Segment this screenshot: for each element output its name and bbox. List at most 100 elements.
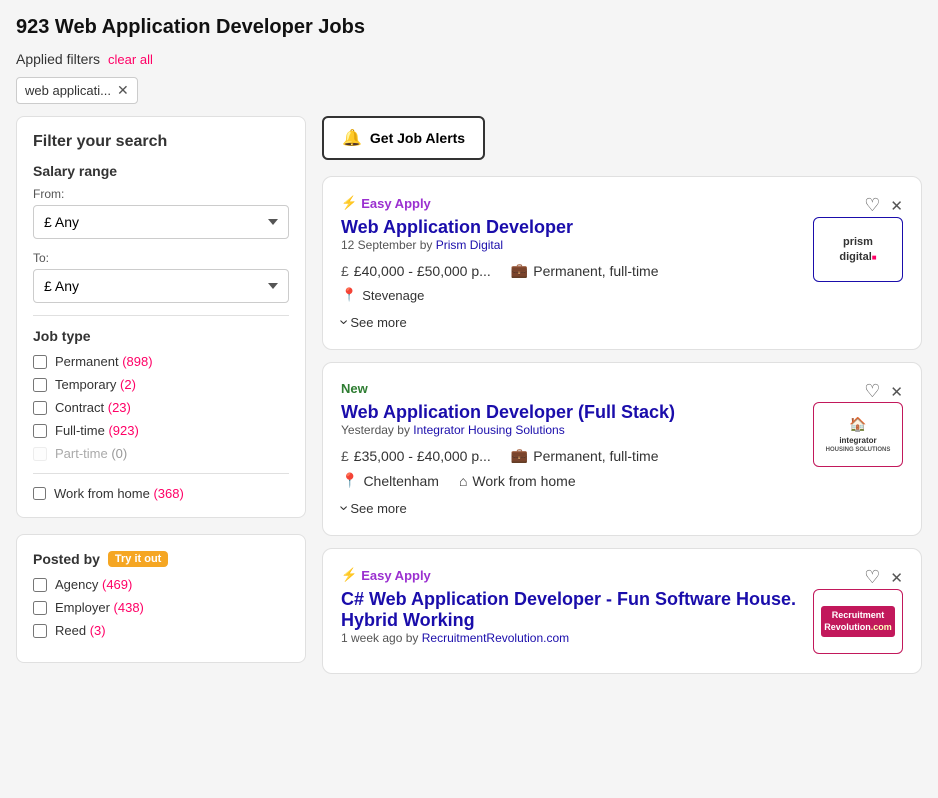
lightning-icon-3: ⚡: [341, 567, 357, 583]
job-card-2-left: Web Application Developer (Full Stack) Y…: [341, 402, 801, 517]
job-type-section: Job type Permanent (898) Temporary (2) C…: [33, 328, 289, 461]
job-card-3-content: C# Web Application Developer - Fun Softw…: [341, 589, 903, 655]
salary-from-label: From:: [33, 187, 289, 201]
job-card-1-left: Web Application Developer 12 September b…: [341, 217, 801, 331]
job-title-2[interactable]: Web Application Developer (Full Stack): [341, 402, 675, 422]
checkbox-permanent: Permanent (898): [33, 354, 289, 369]
checkbox-temporary: Temporary (2): [33, 377, 289, 392]
get-alerts-label: Get Job Alerts: [370, 130, 465, 146]
location-detail-1: 📍 Stevenage: [341, 287, 801, 303]
wfh-label: Work from home (368): [54, 486, 184, 501]
checkbox-fulltime-label: Full-time (923): [55, 423, 139, 438]
posted-by-card: Posted by Try it out Agency (469) Employ…: [16, 534, 306, 663]
salary-detail-2: £ £35,000 - £40,000 p...: [341, 447, 491, 464]
job-card-3-actions: ♡ ✕: [864, 567, 903, 588]
pound-icon-1: £: [341, 263, 349, 279]
see-more-btn-2[interactable]: › See more: [341, 499, 407, 517]
checkbox-employer-input[interactable]: [33, 601, 47, 615]
contract-detail-1: 💼 Permanent, full-time: [511, 262, 659, 279]
chevron-down-icon-1: ›: [335, 319, 353, 324]
save-job-3-button[interactable]: ♡: [864, 567, 880, 588]
job-details-row-2: £ £35,000 - £40,000 p... 💼 Permanent, fu…: [341, 447, 801, 464]
posted-by-title: Posted by: [33, 551, 100, 567]
job-meta-1: 12 September by Prism Digital: [341, 238, 801, 252]
job-card-2-header: New ♡ ✕: [341, 381, 903, 402]
dismiss-job-3-button[interactable]: ✕: [890, 569, 903, 587]
company-link-1[interactable]: Prism Digital: [436, 238, 503, 252]
job-card-1-actions: ♡ ✕: [864, 195, 903, 216]
contract-detail-2: 💼 Permanent, full-time: [511, 447, 659, 464]
clear-all-link[interactable]: clear all: [108, 52, 153, 67]
checkbox-parttime-label: Part-time (0): [55, 446, 127, 461]
new-badge-2: New: [341, 381, 368, 396]
chevron-down-icon-2: ›: [335, 505, 353, 510]
employer-label: Employer (438): [55, 600, 144, 615]
job-card-2-content: Web Application Developer (Full Stack) Y…: [341, 402, 903, 517]
checkbox-permanent-label: Permanent (898): [55, 354, 153, 369]
job-card-2-badge: New: [341, 381, 368, 402]
job-card-2: New ♡ ✕ Web Application Developer (Full …: [322, 362, 922, 536]
checkbox-agency-input[interactable]: [33, 578, 47, 592]
lightning-icon-1: ⚡: [341, 195, 357, 211]
checkbox-reed: Reed (3): [33, 623, 289, 638]
briefcase-icon-1: 💼: [511, 262, 528, 279]
salary-from-group: From: £ Any £10,000 £20,000 £30,000 £40,…: [33, 187, 289, 239]
salary-range-section: Salary range From: £ Any £10,000 £20,000…: [33, 163, 289, 303]
page-title: 923 Web Application Developer Jobs: [16, 16, 922, 39]
company-logo-3: Recruitment Revolution.com: [813, 589, 903, 654]
checkbox-permanent-input[interactable]: [33, 355, 47, 369]
try-it-out-badge[interactable]: Try it out: [108, 551, 168, 567]
job-card-2-actions: ♡ ✕: [864, 381, 903, 402]
filter-tags: web applicati... ✕: [16, 77, 922, 104]
checkbox-contract-input[interactable]: [33, 401, 47, 415]
job-meta-3: 1 week ago by RecruitmentRevolution.com: [341, 631, 801, 645]
salary-to-select[interactable]: £ Any £10,000 £20,000 £30,000 £40,000 £5…: [33, 269, 289, 303]
save-job-1-button[interactable]: ♡: [864, 195, 880, 216]
job-card-1-content: Web Application Developer 12 September b…: [341, 217, 903, 331]
salary-detail-1: £ £40,000 - £50,000 p...: [341, 262, 491, 279]
salary-title: Salary range: [33, 163, 289, 179]
job-type-title: Job type: [33, 328, 289, 344]
job-details-row-1: £ £40,000 - £50,000 p... 💼 Permanent, fu…: [341, 262, 801, 279]
save-job-2-button[interactable]: ♡: [864, 381, 880, 402]
checkbox-temporary-input[interactable]: [33, 378, 47, 392]
checkbox-reed-input[interactable]: [33, 624, 47, 638]
easy-apply-badge-3: ⚡ Easy Apply: [341, 567, 431, 583]
checkbox-temporary-label: Temporary (2): [55, 377, 136, 392]
checkbox-agency: Agency (469): [33, 577, 289, 592]
job-card-3-left: C# Web Application Developer - Fun Softw…: [341, 589, 801, 655]
pound-icon-2: £: [341, 448, 349, 464]
briefcase-icon-2: 💼: [511, 447, 528, 464]
job-meta-2: Yesterday by Integrator Housing Solution…: [341, 423, 801, 437]
filter-tag-close[interactable]: ✕: [117, 82, 129, 99]
dismiss-job-2-button[interactable]: ✕: [890, 383, 903, 401]
location-icon-2: 📍: [341, 472, 358, 489]
salary-from-select[interactable]: £ Any £10,000 £20,000 £30,000 £40,000 £5…: [33, 205, 289, 239]
company-link-3[interactable]: RecruitmentRevolution.com: [422, 631, 569, 645]
job-card-3-header: ⚡ Easy Apply ♡ ✕: [341, 567, 903, 589]
filter-card: Filter your search Salary range From: £ …: [16, 116, 306, 518]
salary-to-label: To:: [33, 251, 289, 265]
work-from-home-item: Work from home (368): [33, 486, 289, 501]
checkbox-wfh-input[interactable]: [33, 487, 46, 500]
see-more-btn-1[interactable]: › See more: [341, 313, 407, 331]
location-detail-2: 📍 Cheltenham: [341, 472, 439, 489]
company-logo-2: 🏠 integrator HOUSING SOLUTIONS: [813, 402, 903, 467]
company-link-2[interactable]: Integrator Housing Solutions: [413, 423, 564, 437]
home-icon-2: ⌂: [459, 473, 467, 489]
sidebar: Filter your search Salary range From: £ …: [16, 116, 306, 679]
job-title-1[interactable]: Web Application Developer: [341, 217, 573, 237]
checkbox-fulltime: Full-time (923): [33, 423, 289, 438]
company-logo-1: prism digital■: [813, 217, 903, 282]
dismiss-job-1-button[interactable]: ✕: [890, 197, 903, 215]
get-alerts-button[interactable]: 🔔 Get Job Alerts: [322, 116, 485, 160]
job-title-3[interactable]: C# Web Application Developer - Fun Softw…: [341, 589, 796, 630]
checkbox-parttime-input: [33, 447, 47, 461]
job-details-row2-2: 📍 Cheltenham ⌂ Work from home: [341, 472, 801, 489]
filter-tag-web-application: web applicati... ✕: [16, 77, 138, 104]
location-icon-1: 📍: [341, 287, 357, 303]
checkbox-parttime: Part-time (0): [33, 446, 289, 461]
checkbox-contract: Contract (23): [33, 400, 289, 415]
checkbox-fulltime-input[interactable]: [33, 424, 47, 438]
job-list: 🔔 Get Job Alerts ⚡ Easy Apply ♡ ✕: [322, 116, 922, 679]
